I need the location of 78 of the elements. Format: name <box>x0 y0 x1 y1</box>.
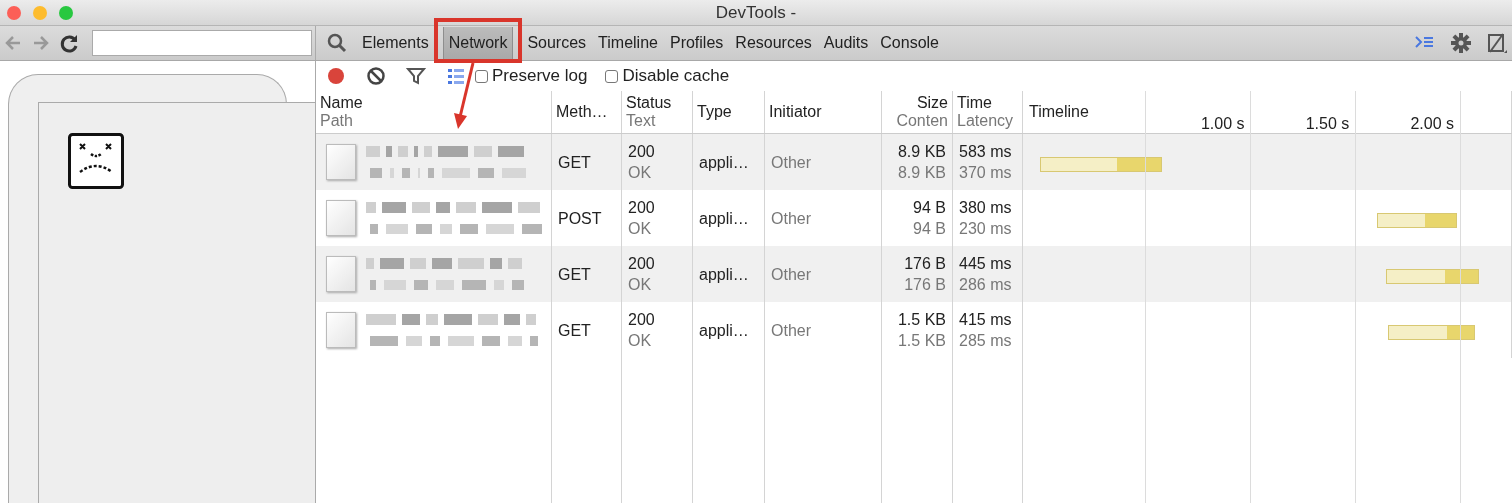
size-text: 8.9 KB <box>897 142 946 162</box>
method-text: GET <box>558 264 592 285</box>
column-header[interactable]: Time <box>957 94 1018 112</box>
content-size-text: 94 B <box>913 219 946 239</box>
type-text: appli… <box>699 152 750 173</box>
panel-tab[interactable]: Console <box>874 27 945 59</box>
panel-tab[interactable]: Sources <box>521 27 593 59</box>
time-text: 445 ms <box>959 254 1013 274</box>
content-size-text: 176 B <box>904 275 946 295</box>
panel-tab[interactable]: Timeline <box>592 27 664 59</box>
panel-tab[interactable]: Elements <box>356 27 435 59</box>
content-size-text: 8.9 KB <box>897 163 946 183</box>
type-text: appli… <box>699 208 750 229</box>
size-text: 176 B <box>904 254 946 274</box>
status-text: OK <box>628 163 653 183</box>
status-code: 200 <box>628 254 656 274</box>
latency-text: 286 ms <box>959 275 1013 295</box>
column-subheader: Text <box>626 112 657 130</box>
file-icon <box>326 200 356 236</box>
latency-text: 285 ms <box>959 331 1013 351</box>
column-subheader: Conten <box>896 112 948 130</box>
method-text: GET <box>558 152 592 173</box>
filter-icon[interactable] <box>405 65 427 87</box>
axis-tick-label: 1.00 s <box>1200 115 1246 133</box>
initiator-text: Other <box>771 264 812 285</box>
status-code: 200 <box>628 310 656 330</box>
file-icon <box>326 312 356 348</box>
dock-icon[interactable] <box>1486 32 1508 54</box>
initiator-text: Other <box>771 208 812 229</box>
type-text: appli… <box>699 320 750 341</box>
initiator-text: Other <box>771 152 812 173</box>
clear-icon[interactable] <box>365 65 387 87</box>
column-header[interactable]: Status <box>626 94 688 112</box>
column-header[interactable]: Type <box>697 103 760 121</box>
status-code: 200 <box>628 142 656 162</box>
size-text: 94 B <box>913 198 946 218</box>
file-icon <box>326 256 356 292</box>
status-text: OK <box>628 219 653 239</box>
panel-tab[interactable]: Audits <box>817 27 875 59</box>
method-text: POST <box>558 208 603 229</box>
record-button[interactable] <box>325 65 347 87</box>
column-header[interactable]: Timeline <box>1027 103 1089 121</box>
latency-text: 370 ms <box>959 163 1013 183</box>
panel-tab[interactable]: Network <box>442 27 514 59</box>
window-title: DevTools - <box>715 2 797 22</box>
method-text: GET <box>558 320 592 341</box>
time-text: 415 ms <box>959 310 1013 330</box>
content-size-text: 1.5 KB <box>897 331 946 351</box>
panel-tab[interactable]: Profiles <box>663 27 730 59</box>
time-text: 583 ms <box>959 142 1013 162</box>
checkbox[interactable] <box>475 69 488 83</box>
column-subheader: Path <box>320 112 354 130</box>
panel-tab[interactable]: Resources <box>729 27 818 59</box>
time-text: 380 ms <box>959 198 1013 218</box>
column-header[interactable]: Initiator <box>769 103 877 121</box>
sad-face-icon <box>68 133 124 189</box>
column-header[interactable]: Name <box>320 94 547 112</box>
file-icon <box>326 144 356 180</box>
checkbox[interactable] <box>605 69 619 83</box>
column-header[interactable]: Meth… <box>556 103 617 121</box>
column-subheader: Latency <box>957 112 1015 130</box>
size-text: 1.5 KB <box>897 310 946 330</box>
search-icon[interactable] <box>326 32 348 54</box>
type-text: appli… <box>699 264 750 285</box>
close-button[interactable] <box>7 5 21 20</box>
status-text: OK <box>628 275 653 295</box>
column-header[interactable]: Size <box>916 94 948 112</box>
status-text: OK <box>628 331 653 351</box>
checkbox-label[interactable]: Disable cache <box>622 66 730 86</box>
axis-tick-label: 1.50 s <box>1305 115 1351 133</box>
latency-text: 230 ms <box>959 219 1013 239</box>
initiator-text: Other <box>771 320 812 341</box>
status-code: 200 <box>628 198 656 218</box>
axis-tick-label: 2.00 s <box>1410 115 1456 133</box>
url-field[interactable] <box>92 30 312 56</box>
checkbox-label[interactable]: Preserve log <box>492 66 588 86</box>
annotation-arrow <box>452 61 477 131</box>
settings-icon[interactable] <box>1450 32 1472 54</box>
